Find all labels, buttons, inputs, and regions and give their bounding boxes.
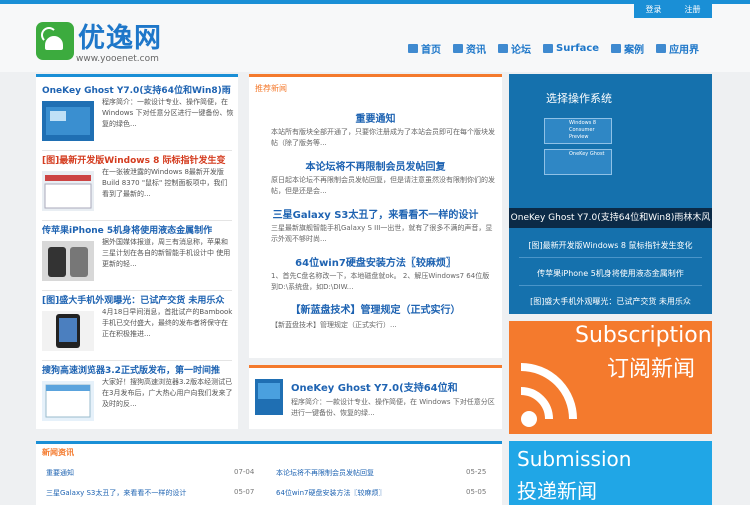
- subscription-cn: 订阅新闻: [607, 357, 696, 382]
- news-list-item[interactable]: 重要通知: [46, 468, 74, 478]
- article-summary: 据外国媒体报道，周三有消息称，苹果和三星计划在各自的新智能手机设计中 使用更新的…: [102, 238, 231, 268]
- grid-icon: [656, 44, 667, 53]
- news-list-item[interactable]: 本论坛将不再限制会员发帖回复: [276, 468, 374, 478]
- iphone-thumbnail[interactable]: [42, 241, 94, 281]
- news-list-item[interactable]: 64位win7硬盘安装方法〖较麻烦〗: [276, 488, 385, 498]
- article-title[interactable]: [图]最新开发版Windows 8 际标指针发生变: [42, 153, 236, 166]
- nav-label: 首页: [421, 45, 441, 56]
- nav-item-cases[interactable]: 案例: [611, 41, 644, 56]
- left-article-list: OneKey Ghost Y7.0(支持64位和Win8)雨 程序简介：一款设计…: [36, 74, 238, 429]
- os-card-label: Windows 8 Consumer Preview: [569, 120, 597, 140]
- news-summary: 原日起本论坛不再限制会员发帖回复，但是请注意虽然没有限制你们的发帖，但是还是会.…: [271, 176, 495, 195]
- subscription-tile[interactable]: Subscription 订阅新闻: [509, 321, 712, 434]
- highlight-link[interactable]: OneKey Ghost Y7.0(支持64位和Win8)雨林木风: [509, 208, 712, 228]
- ghost-box-thumbnail[interactable]: [255, 379, 283, 415]
- news-headline[interactable]: 【新蓝盘技术】管理规定（正式实行）: [249, 301, 502, 316]
- divider: [42, 220, 232, 221]
- login-register-box: 登录 注册: [634, 0, 712, 18]
- browser-thumbnail[interactable]: [42, 381, 94, 421]
- article-summary: 大家好！搜狗高速浏览器3.2版本经测试已在3月发布后，广大热心用户向我们发来了及…: [102, 378, 233, 408]
- side-link[interactable]: [图]盛大手机外观曝光：已试产交货 未用乐众: [509, 296, 712, 307]
- news-headline[interactable]: 重要通知: [249, 110, 502, 125]
- article-title[interactable]: 搜狗高速浏览器3.2正式版发布，第一时间推: [42, 363, 236, 376]
- news-headline[interactable]: 三星Galaxy S3太丑了，来看看不一样的设计: [249, 206, 502, 221]
- nav-item-home[interactable]: 首页: [408, 41, 441, 56]
- divider: [42, 360, 232, 361]
- login-link[interactable]: 登录: [646, 4, 662, 15]
- featured-article: OneKey Ghost Y7.0(支持64位和 程序简介：一款设计专业、操作简…: [249, 365, 502, 429]
- news-headline[interactable]: 本论坛将不再限制会员发帖回复: [249, 158, 502, 173]
- rss-icon: [520, 363, 577, 427]
- nav-label: Surface: [556, 43, 600, 54]
- nav-label: 资讯: [466, 45, 486, 56]
- submission-en: Submission: [517, 447, 632, 471]
- section-title: 推荐新闻: [255, 84, 287, 93]
- phone-thumbnail[interactable]: [42, 311, 94, 351]
- submission-tile[interactable]: Submission 投递新闻: [509, 441, 712, 505]
- news-date: 05-25: [466, 468, 487, 476]
- news-list-item[interactable]: 三星Galaxy S3太丑了，来看看不一样的设计: [46, 488, 186, 498]
- home-icon: [408, 44, 418, 53]
- news-date: 05-07: [234, 488, 255, 496]
- chat-icon: [498, 44, 508, 53]
- subscription-en: Subscription: [575, 323, 712, 348]
- brand-url: www.yooenet.com: [76, 54, 159, 64]
- article-title[interactable]: OneKey Ghost Y7.0(支持64位和Win8)雨: [42, 83, 236, 96]
- news-list-panel: 新闻资讯 重要通知 07-04 本论坛将不再限制会员发帖回复 05-25 三星G…: [36, 441, 502, 505]
- ghost-thumbnail[interactable]: [42, 101, 94, 141]
- case-icon: [611, 44, 622, 53]
- site-logo[interactable]: 优逸网 www.yooenet.com: [36, 22, 196, 68]
- os-title: 选择操作系统: [546, 92, 612, 105]
- nav-item-surface[interactable]: Surface: [543, 41, 599, 56]
- side-link[interactable]: 传苹果iPhone 5机身将使用液态金属制作: [509, 268, 712, 279]
- featured-summary: 程序简介：一款设计专业、操作简便，在 Windows 下对任意分区进行一键备份、…: [291, 398, 495, 417]
- news-summary: 【新蓝盘技术】管理规定（正式实行）...: [271, 321, 397, 329]
- article-title[interactable]: 传苹果iPhone 5机身将使用液态金属制作: [42, 223, 236, 236]
- section-title: 新闻资讯: [42, 448, 74, 457]
- nav-label: 论坛: [511, 45, 531, 56]
- os-selector-panel: 选择操作系统 Windows 8 Consumer Preview OneKey…: [509, 74, 712, 314]
- news-date: 05-05: [466, 488, 487, 496]
- surface-icon: [543, 44, 553, 53]
- divider: [42, 150, 232, 151]
- recommended-news: 推荐新闻 重要通知 本站所有版块全部开通了，只要你注册成为了本站会员即可在每个版…: [249, 74, 502, 358]
- thumb-icon: [453, 44, 463, 53]
- android-wifi-logo-icon: [36, 22, 74, 60]
- article-summary: 4月18日早间消息，首批试产的Bambook手机已交付盛大，最终的发布者将保守在…: [102, 308, 233, 338]
- nav-item-apps[interactable]: 应用界: [656, 41, 699, 56]
- news-headline[interactable]: 64位win7硬盘安装方法〖较麻烦〗: [249, 254, 502, 269]
- article-summary: 在一张被泄露的Windows 8最新开发版Build 8370 "鼠标" 控制面…: [102, 168, 228, 198]
- divider: [519, 257, 702, 258]
- news-summary: 本站所有版块全部开通了，只要你注册成为了本站会员即可在每个版块发帖（除了版务等.…: [271, 128, 495, 147]
- nav-item-news[interactable]: 资讯: [453, 41, 486, 56]
- nav-item-forum[interactable]: 论坛: [498, 41, 531, 56]
- divider: [519, 285, 702, 286]
- submission-cn: 投递新闻: [517, 479, 597, 503]
- register-link[interactable]: 注册: [685, 4, 701, 15]
- side-link[interactable]: [图]最新开发版Windows 8 鼠标指针发生变化: [509, 240, 712, 251]
- windows8-thumbnail[interactable]: [42, 171, 94, 211]
- os-card-label: OneKey Ghost: [569, 151, 605, 157]
- news-summary: 三星最新旗舰智能手机Galaxy S III一出世，就有了很多不满的声音，显示外…: [271, 224, 493, 243]
- nav-label: 应用界: [669, 45, 700, 56]
- divider: [42, 290, 232, 291]
- featured-title[interactable]: OneKey Ghost Y7.0(支持64位和: [291, 379, 458, 394]
- nav-label: 案例: [624, 45, 645, 56]
- news-summary: 1、首先C盘名称改一下，本地磁盘就ok。 2、解压Windows7 64位版到D…: [271, 272, 490, 291]
- article-title[interactable]: [图]盛大手机外观曝光：已试产交货 未用乐众: [42, 293, 236, 306]
- main-nav: 首页 资讯 论坛 Surface 案例 应用界: [408, 41, 699, 56]
- news-date: 07-04: [234, 468, 255, 476]
- article-summary: 程序简介：一款设计专业、操作简便，在 Windows 下对任意分区进行一键备份、…: [102, 98, 234, 128]
- brand-name: 优逸网: [78, 23, 162, 54]
